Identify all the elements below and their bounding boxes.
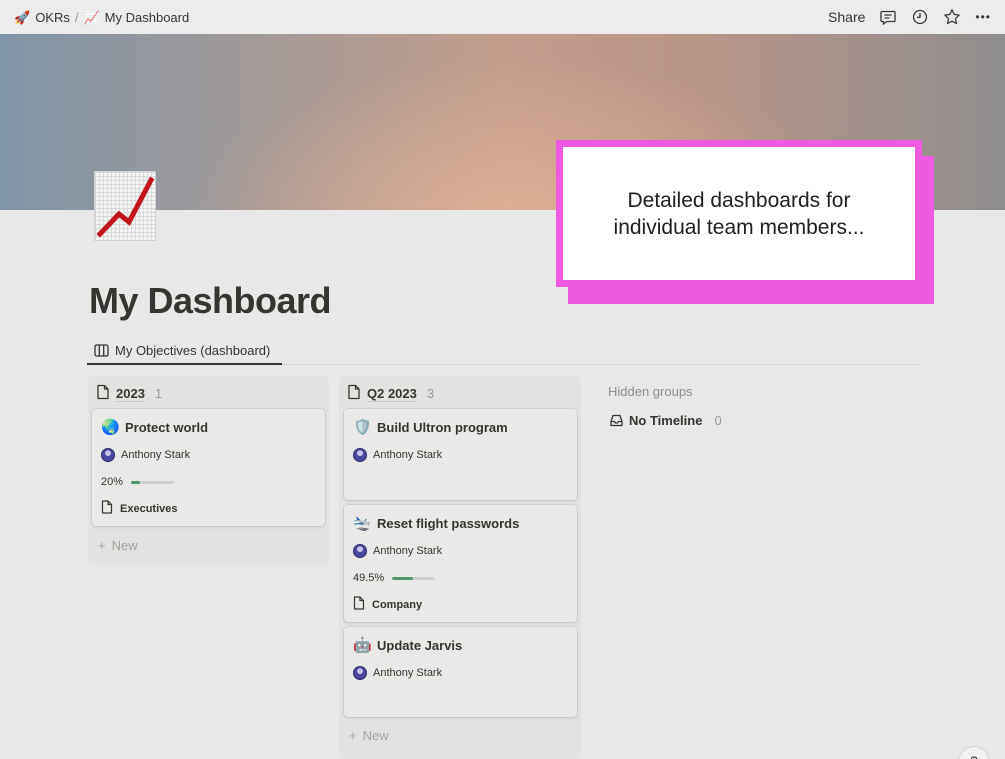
robot-icon: 🤖: [353, 637, 372, 654]
relation-label: Executives: [120, 502, 178, 515]
share-button[interactable]: Share: [828, 9, 865, 25]
breadcrumb: 🚀 OKRs / 📈 My Dashboard: [14, 10, 189, 25]
tab-my-objectives[interactable]: My Objectives (dashboard): [87, 338, 282, 365]
board-card[interactable]: 🤖 Update Jarvis Anthony Stark: [344, 627, 577, 717]
airplane-arrival-icon: 🛬: [353, 515, 372, 532]
card-title: 🛬 Reset flight passwords: [353, 516, 519, 531]
owner-name: Anthony Stark: [373, 449, 443, 461]
relation[interactable]: Company: [353, 596, 422, 613]
shield-icon: 🛡️: [353, 419, 372, 436]
page-icon: [96, 384, 110, 403]
clock-icon[interactable]: [911, 8, 929, 26]
annotation-callout: Detailed dashboards for individual team …: [556, 140, 922, 287]
owner-name: Anthony Stark: [373, 667, 443, 679]
owner: Anthony Stark: [101, 448, 190, 462]
comment-icon[interactable]: [879, 8, 897, 26]
top-actions: Share •••: [828, 8, 991, 26]
column-title: Q2 2023: [367, 386, 417, 401]
page-icon: [101, 500, 113, 517]
board-icon: [94, 344, 109, 357]
new-label: New: [111, 538, 138, 553]
avatar: [353, 544, 367, 558]
progress-bar: [131, 480, 175, 484]
breadcrumb-item-my-dashboard[interactable]: 📈 My Dashboard: [83, 10, 189, 25]
chart-increasing-icon[interactable]: [94, 171, 156, 241]
star-icon[interactable]: [943, 8, 961, 26]
inbox-icon: [610, 414, 623, 427]
progress: 20%: [101, 476, 175, 488]
board-column-q2-2023: Q2 2023 3 🛡️ Build Ultron program Anthon…: [339, 376, 581, 759]
page-icon: [347, 384, 361, 403]
progress: 49.5%: [353, 572, 436, 584]
plus-icon: +: [98, 538, 106, 553]
column-header[interactable]: Q2 2023 3: [347, 384, 434, 403]
new-card-button[interactable]: + New: [349, 728, 389, 743]
hidden-groups-label: Hidden groups: [608, 384, 693, 399]
rocket-icon: 🚀: [14, 9, 31, 25]
view-tabs: My Objectives (dashboard): [87, 338, 920, 365]
owner: Anthony Stark: [353, 544, 442, 558]
chart-increasing-icon: 📈: [83, 9, 100, 25]
card-title-text: Reset flight passwords: [377, 516, 520, 531]
breadcrumb-separator: /: [74, 9, 79, 25]
board-card[interactable]: 🛡️ Build Ultron program Anthony Stark: [344, 409, 577, 500]
owner: Anthony Stark: [353, 666, 442, 680]
avatar: [101, 448, 115, 462]
card-title: 🤖 Update Jarvis: [353, 638, 462, 653]
progress-fill: [392, 576, 414, 580]
avatar: [353, 666, 367, 680]
progress-fill: [131, 480, 140, 484]
board-column-2023: 2023 1 🌏 Protect world Anthony Stark 20%…: [88, 376, 329, 565]
board-card[interactable]: 🛬 Reset flight passwords Anthony Stark 4…: [344, 505, 577, 622]
breadcrumb-label: My Dashboard: [104, 9, 190, 25]
group-count: 0: [714, 413, 722, 428]
card-title: 🛡️ Build Ultron program: [353, 420, 508, 435]
column-title: 2023: [116, 386, 145, 401]
card-title-text: Update Jarvis: [377, 638, 463, 653]
breadcrumb-label: OKRs: [35, 9, 70, 25]
page-title[interactable]: My Dashboard: [89, 280, 332, 322]
avatar: [353, 448, 367, 462]
top-bar: 🚀 OKRs / 📈 My Dashboard Share •••: [0, 0, 1005, 34]
owner-name: Anthony Stark: [121, 449, 191, 461]
progress-bar: [392, 576, 436, 580]
card-title: 🌏 Protect world: [101, 420, 208, 435]
plus-icon: +: [349, 728, 357, 743]
page-icon: [353, 596, 365, 613]
tab-label: My Objectives (dashboard): [115, 343, 271, 358]
globe-icon: 🌏: [101, 419, 120, 436]
owner-name: Anthony Stark: [373, 545, 443, 557]
more-icon[interactable]: •••: [975, 10, 991, 24]
progress-label: 20%: [101, 476, 124, 488]
hidden-group-no-timeline[interactable]: No Timeline 0: [610, 413, 722, 428]
owner: Anthony Stark: [353, 448, 442, 462]
callout-text: Detailed dashboards for individual team …: [563, 147, 915, 280]
new-label: New: [362, 728, 389, 743]
progress-label: 49.5%: [353, 572, 385, 584]
card-title-text: Build Ultron program: [377, 420, 508, 435]
card-title-text: Protect world: [125, 420, 209, 435]
column-count: 1: [154, 386, 163, 401]
group-label: No Timeline: [629, 413, 703, 428]
new-card-button[interactable]: + New: [98, 538, 138, 553]
breadcrumb-item-okrs[interactable]: 🚀 OKRs: [14, 10, 70, 25]
column-header[interactable]: 2023 1: [96, 384, 162, 403]
help-button[interactable]: ?: [958, 746, 990, 759]
relation-label: Company: [372, 598, 423, 611]
relation[interactable]: Executives: [101, 500, 177, 517]
column-count: 3: [426, 386, 435, 401]
board-card[interactable]: 🌏 Protect world Anthony Stark 20% Execut…: [92, 409, 325, 526]
